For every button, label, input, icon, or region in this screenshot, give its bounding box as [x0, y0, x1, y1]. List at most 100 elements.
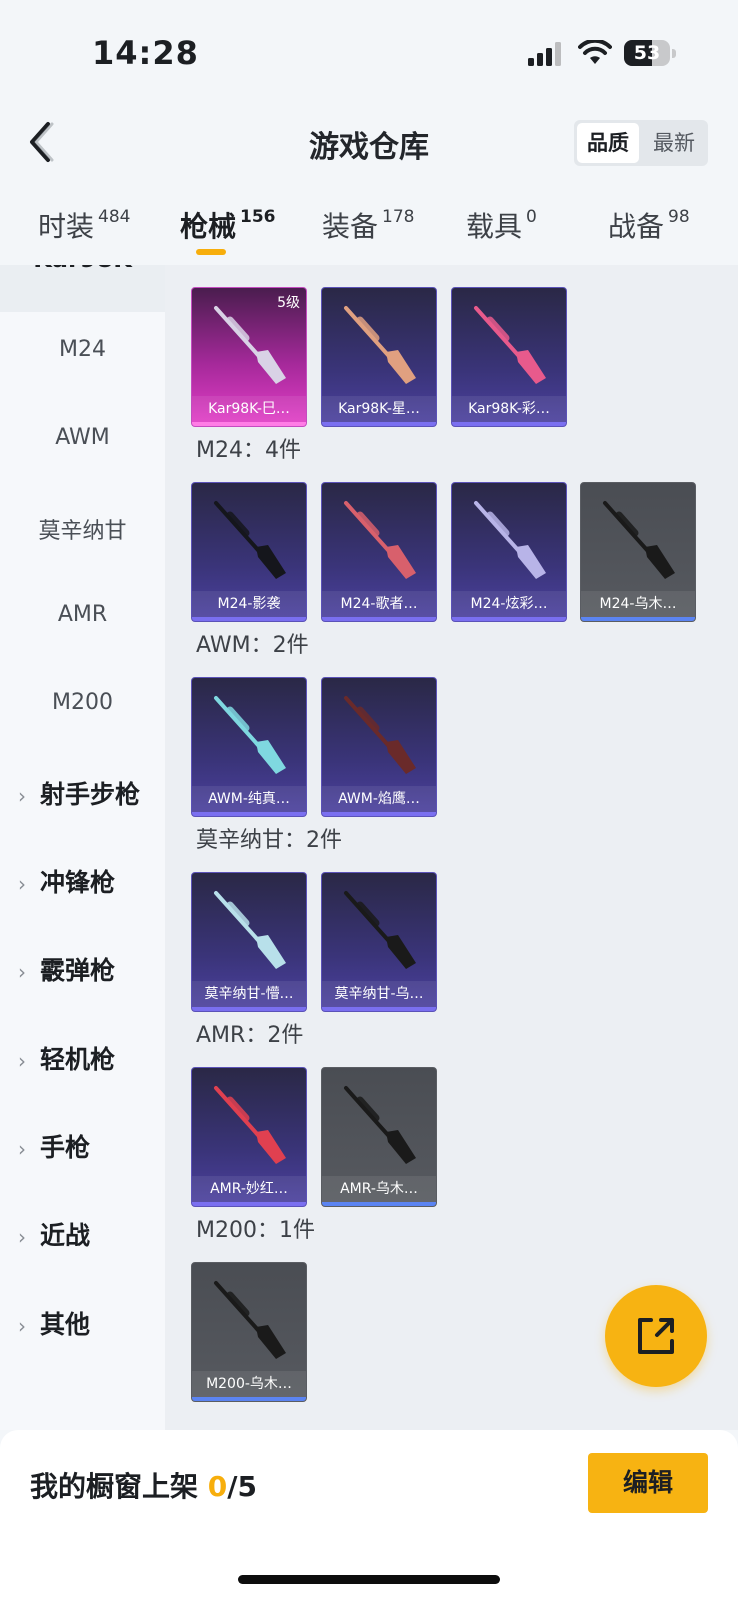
tab-count: 98 — [668, 207, 690, 227]
rifle-icon — [214, 891, 286, 969]
rarity-bar — [192, 1202, 306, 1206]
rifle-icon — [344, 696, 416, 774]
skin-card[interactable]: M24-影袭 — [191, 482, 307, 622]
tab-count: 178 — [382, 207, 415, 227]
sidebar-item-active[interactable]: Kar98K — [0, 265, 165, 312]
rifle-icon — [214, 1281, 286, 1359]
edit-button[interactable]: 编辑 — [588, 1453, 708, 1513]
section-title: M200：1件 — [196, 1218, 315, 1243]
tab-guns[interactable]: 枪械 156 — [180, 205, 276, 245]
sidebar-group-lmg[interactable]: › 轻机枪 — [18, 1040, 115, 1076]
chevron-right-icon: › — [18, 784, 26, 808]
tab-count: 156 — [240, 207, 276, 227]
sort-quality-button[interactable]: 品质 — [577, 123, 639, 163]
sidebar-item-m200[interactable]: M200 — [0, 690, 165, 715]
tab-equipment[interactable]: 装备 178 — [322, 205, 414, 245]
status-bar: 14:28 53 — [0, 0, 738, 100]
tab-count: 0 — [526, 207, 537, 227]
rifle-icon — [214, 1086, 286, 1164]
sidebar-group-label: 轻机枪 — [40, 1045, 116, 1074]
battery-icon: 53 — [624, 40, 670, 66]
sidebar-group-label: 近战 — [40, 1221, 91, 1250]
skin-name: M24-炫彩… — [452, 591, 566, 617]
sort-latest-button[interactable]: 最新 — [643, 123, 705, 163]
skin-card[interactable]: 莫辛纳甘-乌… — [321, 872, 437, 1012]
skin-name: M24-影袭 — [192, 591, 306, 617]
sidebar-group-label: 手枪 — [40, 1133, 91, 1162]
skin-card[interactable]: M24-乌木… — [580, 482, 696, 622]
skin-card[interactable]: AMR-妙红… — [191, 1067, 307, 1207]
skin-name: Kar98K-星… — [322, 396, 436, 422]
rarity-bar — [192, 812, 306, 816]
rifle-icon — [344, 501, 416, 579]
skin-name: Kar98K-巳… — [192, 396, 306, 422]
tab-count: 484 — [98, 207, 131, 227]
skin-card[interactable]: AWM-焰鹰… — [321, 677, 437, 817]
sidebar-item-awm[interactable]: AWM — [0, 425, 165, 450]
sort-toggle: 品质 最新 — [574, 120, 708, 166]
skin-card[interactable]: 5级 Kar98K-巳… — [191, 287, 307, 427]
rifle-icon — [214, 306, 286, 384]
rarity-bar — [322, 812, 436, 816]
sidebar-group-label: 冲锋枪 — [40, 868, 116, 897]
sidebar-group-label: 射手步枪 — [40, 780, 141, 809]
rarity-bar — [452, 617, 566, 621]
rifle-icon — [603, 501, 675, 579]
category-tabs: 时装 484 枪械 156 装备 178 载具 0 战备 98 — [0, 195, 738, 265]
rifle-icon — [214, 501, 286, 579]
rarity-bar — [322, 1202, 436, 1206]
sidebar-group-pistol[interactable]: › 手枪 — [18, 1128, 90, 1164]
skin-name: 莫辛纳甘-懵… — [192, 981, 306, 1007]
rarity-bar — [192, 422, 306, 426]
rarity-bar — [192, 617, 306, 621]
rarity-bar — [322, 422, 436, 426]
skin-card[interactable]: Kar98K-彩… — [451, 287, 567, 427]
skin-name: M24-乌木… — [581, 591, 695, 617]
skin-card[interactable]: 莫辛纳甘-懵… — [191, 872, 307, 1012]
rifle-icon — [214, 696, 286, 774]
wifi-icon — [578, 40, 612, 64]
tab-label: 时装 — [38, 210, 95, 243]
skin-card[interactable]: AMR-乌木… — [321, 1067, 437, 1207]
skin-card[interactable]: Kar98K-星… — [321, 287, 437, 427]
battery-level: 53 — [633, 42, 661, 64]
sidebar: Kar98K M24 AWM 莫辛纳甘 AMR M200 ›射手步枪 ›冲锋枪 … — [0, 265, 165, 1430]
sidebar-item-mosin[interactable]: 莫辛纳甘 — [0, 513, 165, 545]
skin-card[interactable]: AWM-纯真… — [191, 677, 307, 817]
tab-fashion[interactable]: 时装 484 — [38, 205, 130, 245]
section-title: Kar98K：3件 — [196, 265, 333, 269]
sidebar-group-smg[interactable]: › 冲锋枪 — [18, 863, 115, 899]
rarity-bar — [322, 617, 436, 621]
sidebar-item-amr[interactable]: AMR — [0, 602, 165, 627]
rifle-icon — [474, 306, 546, 384]
rarity-bar — [452, 422, 566, 426]
skin-name: 莫辛纳甘-乌… — [322, 981, 436, 1007]
rarity-bar — [322, 1007, 436, 1011]
skin-name: AWM-纯真… — [192, 786, 306, 812]
chevron-right-icon: › — [18, 1314, 26, 1338]
chevron-right-icon: › — [18, 1049, 26, 1073]
skin-card[interactable]: M24-炫彩… — [451, 482, 567, 622]
signal-icon — [528, 42, 561, 66]
tab-supplies[interactable]: 战备 98 — [608, 205, 690, 245]
sidebar-group-marksman[interactable]: › 射手步枪 — [18, 775, 140, 811]
home-indicator — [238, 1575, 500, 1584]
level-badge: 5级 — [277, 295, 300, 311]
section-title: AWM：2件 — [196, 633, 309, 658]
rifle-icon — [344, 1086, 416, 1164]
battery-tip — [672, 49, 676, 58]
sidebar-group-other[interactable]: › 其他 — [18, 1305, 90, 1341]
skin-grid: Kar98K：3件 5级 Kar98K-巳… Kar98K-星… Kar98K-彩… M2… — [165, 265, 738, 1430]
rifle-icon — [474, 501, 546, 579]
sidebar-item-m24[interactable]: M24 — [0, 337, 165, 362]
section-title: M24：4件 — [196, 438, 301, 463]
sidebar-group-shotgun[interactable]: › 霰弹枪 — [18, 951, 115, 987]
tab-vehicles[interactable]: 载具 0 — [466, 205, 537, 245]
skin-card[interactable]: M24-歌者… — [321, 482, 437, 622]
sidebar-item-label: Kar98K — [0, 265, 165, 273]
share-button[interactable] — [605, 1285, 707, 1387]
skin-card[interactable]: M200-乌木… — [191, 1262, 307, 1402]
sidebar-group-melee[interactable]: › 近战 — [18, 1216, 90, 1252]
showcase-status: 我的橱窗上架 0/5 — [30, 1465, 257, 1505]
chevron-right-icon: › — [18, 1225, 26, 1249]
